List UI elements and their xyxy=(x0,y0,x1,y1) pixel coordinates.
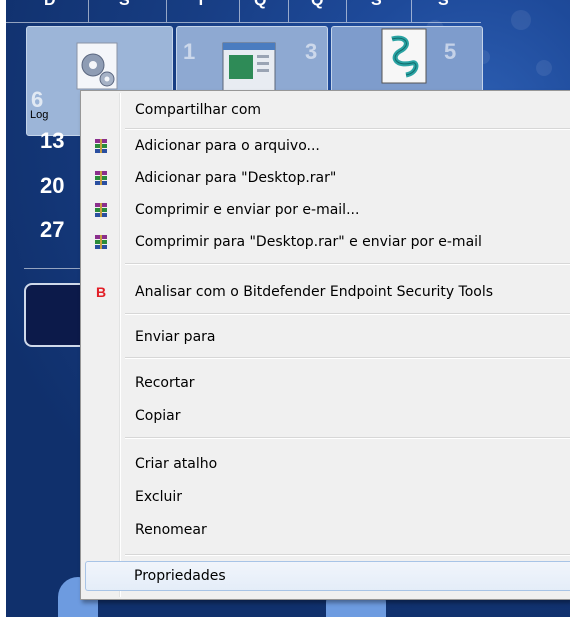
calendar-day: 27 xyxy=(40,217,65,242)
menu-separator xyxy=(125,313,570,315)
calendar-day: 1 xyxy=(183,39,196,64)
bg-dot xyxy=(536,60,552,76)
menu-item-adicionar-desktop-rar[interactable]: Adicionar para "Desktop.rar" xyxy=(83,163,570,193)
menu-item-label: Propriedades xyxy=(134,568,226,584)
bg-dot xyxy=(511,10,531,30)
menu-item-comprimir-enviar-email[interactable]: Comprimir e enviar por e-mail... xyxy=(83,195,570,225)
menu-separator xyxy=(125,128,570,130)
calendar-header-line xyxy=(6,22,481,23)
menu-item-excluir[interactable]: Excluir xyxy=(83,482,570,512)
menu-item-label: Comprimir para "Desktop.rar" e enviar po… xyxy=(135,234,482,250)
bitdefender-icon: B xyxy=(95,284,107,300)
weekday-header: D xyxy=(44,0,56,9)
menu-separator xyxy=(125,437,570,439)
calendar-divider xyxy=(88,0,89,22)
weekday-header: S xyxy=(438,0,449,9)
weekday-header: S xyxy=(119,0,130,9)
window-icon xyxy=(222,42,276,92)
menu-item-label: Enviar para xyxy=(135,329,216,345)
menu-item-label: Excluir xyxy=(135,489,182,505)
winrar-icon xyxy=(95,171,107,185)
calendar-day: 3 xyxy=(305,39,318,64)
menu-item-analisar-bitdefender[interactable]: B Analisar com o Bitdefender Endpoint Se… xyxy=(83,277,570,307)
weekday-header: Q xyxy=(254,0,267,9)
desktop-icon-label: Log xyxy=(30,109,49,121)
winrar-icon xyxy=(95,235,107,249)
weekday-header: S xyxy=(371,0,382,9)
menu-item-label: Renomear xyxy=(135,522,207,538)
menu-item-label: Copiar xyxy=(135,408,181,424)
menu-item-recortar[interactable]: Recortar xyxy=(83,368,570,398)
menu-item-criar-atalho[interactable]: Criar atalho xyxy=(83,449,570,479)
menu-item-copiar[interactable]: Copiar xyxy=(83,401,570,431)
menu-item-propriedades[interactable]: Propriedades xyxy=(85,561,570,591)
menu-item-label: Comprimir e enviar por e-mail... xyxy=(135,202,360,218)
menu-item-comprimir-desktop-rar-email[interactable]: Comprimir para "Desktop.rar" e enviar po… xyxy=(83,227,570,257)
script-icon xyxy=(381,28,427,84)
menu-separator xyxy=(125,554,570,556)
winrar-icon xyxy=(95,203,107,217)
calendar-day: 13 xyxy=(40,128,65,153)
menu-item-label: Adicionar para o arquivo... xyxy=(135,138,320,154)
menu-item-renomear[interactable]: Renomear xyxy=(83,515,570,545)
menu-separator xyxy=(125,263,570,265)
menu-item-label: Recortar xyxy=(135,375,195,391)
menu-item-label: Adicionar para "Desktop.rar" xyxy=(135,170,337,186)
calendar-divider xyxy=(239,0,240,22)
calendar-divider xyxy=(166,0,167,22)
menu-item-label: Analisar com o Bitdefender Endpoint Secu… xyxy=(135,284,494,300)
gadget-box xyxy=(24,283,88,347)
menu-separator xyxy=(125,357,570,359)
calendar-divider xyxy=(288,0,289,22)
gear-document-icon xyxy=(76,42,118,90)
menu-item-label: Compartilhar com xyxy=(135,102,262,118)
calendar-divider xyxy=(411,0,412,22)
calendar-divider xyxy=(346,0,347,22)
calendar-day: 20 xyxy=(40,173,65,198)
weekday-header: T xyxy=(196,0,206,9)
weekday-header: Q xyxy=(311,0,324,9)
menu-item-label: Criar atalho xyxy=(135,456,218,472)
calendar-day: 5 xyxy=(444,39,457,64)
menu-item-adicionar-arquivo[interactable]: Adicionar para o arquivo... xyxy=(83,131,570,161)
menu-item-compartilhar-com[interactable]: Compartilhar com xyxy=(83,95,570,125)
winrar-icon xyxy=(95,139,107,153)
context-menu: Compartilhar com Adicionar para o arquiv… xyxy=(80,90,570,600)
menu-item-enviar-para[interactable]: Enviar para xyxy=(83,322,570,352)
